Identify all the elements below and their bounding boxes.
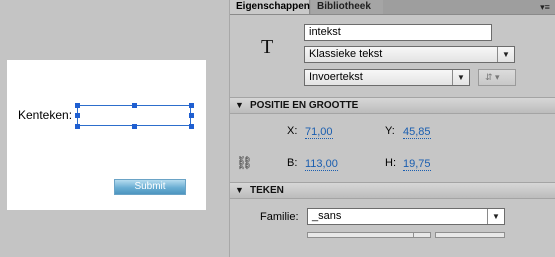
resize-handle-mr[interactable] bbox=[189, 113, 194, 118]
y-value[interactable]: 45,85 bbox=[403, 126, 431, 139]
text-engine-value: Klassieke tekst bbox=[309, 48, 383, 60]
properties-panel: Eigenschappen Bibliotheek ▾≡ T intekst K… bbox=[229, 0, 555, 257]
link-chain-icon[interactable]: ⛓ bbox=[236, 155, 253, 171]
tab-eigenschappen[interactable]: Eigenschappen bbox=[230, 0, 310, 14]
kenteken-label: Kenteken: bbox=[18, 108, 73, 122]
y-label: Y: bbox=[385, 125, 395, 137]
font-family-select[interactable]: _sans ▼ bbox=[307, 208, 505, 225]
tab-bibliotheek[interactable]: Bibliotheek bbox=[311, 0, 383, 14]
text-tool-icon: T bbox=[261, 36, 274, 58]
embed-button[interactable] bbox=[435, 232, 505, 238]
panel-menu-icon[interactable]: ▾≡ bbox=[538, 1, 552, 13]
collapse-triangle-icon: ▼ bbox=[235, 185, 244, 195]
width-label: B: bbox=[287, 157, 298, 169]
panel-tabbar: Eigenschappen Bibliotheek ▾≡ bbox=[230, 0, 555, 15]
resize-handle-tl[interactable] bbox=[75, 103, 80, 108]
paragraph-options-dropdown[interactable]: ⇵ ▾ bbox=[478, 69, 516, 86]
text-type-select[interactable]: Invoertekst ▼ bbox=[304, 69, 470, 86]
font-family-value: _sans bbox=[312, 210, 342, 222]
resize-handle-bm[interactable] bbox=[132, 124, 137, 129]
resize-handle-ml[interactable] bbox=[75, 113, 80, 118]
resize-handle-bl[interactable] bbox=[75, 124, 80, 129]
height-label: H: bbox=[385, 157, 396, 169]
x-label: X: bbox=[287, 125, 298, 137]
section-character[interactable]: ▼ TEKEN bbox=[230, 182, 555, 199]
collapse-triangle-icon: ▼ bbox=[235, 100, 244, 110]
section-title: TEKEN bbox=[250, 185, 284, 196]
chevron-down-icon: ▼ bbox=[487, 209, 504, 224]
family-label: Familie: bbox=[260, 211, 299, 223]
instance-name-input[interactable]: intekst bbox=[304, 24, 492, 41]
stage-canvas[interactable]: Kenteken: Submit bbox=[7, 60, 206, 210]
font-style-arrow[interactable] bbox=[413, 232, 431, 238]
chevron-down-icon: ▼ bbox=[497, 47, 514, 62]
text-type-value: Invoertekst bbox=[309, 71, 363, 83]
resize-handle-tr[interactable] bbox=[189, 103, 194, 108]
section-title: POSITIE EN GROOTTE bbox=[250, 100, 359, 111]
height-value[interactable]: 19,75 bbox=[403, 158, 431, 171]
width-value[interactable]: 113,00 bbox=[305, 158, 338, 171]
submit-button[interactable]: Submit bbox=[114, 179, 186, 195]
x-value[interactable]: 71,00 bbox=[305, 126, 333, 139]
resize-handle-br[interactable] bbox=[189, 124, 194, 129]
input-text-field-selected[interactable] bbox=[77, 105, 191, 126]
section-position-size[interactable]: ▼ POSITIE EN GROOTTE bbox=[230, 97, 555, 114]
resize-handle-tm[interactable] bbox=[132, 103, 137, 108]
text-engine-select[interactable]: Klassieke tekst ▼ bbox=[304, 46, 515, 63]
chevron-down-icon: ▼ bbox=[452, 70, 469, 85]
